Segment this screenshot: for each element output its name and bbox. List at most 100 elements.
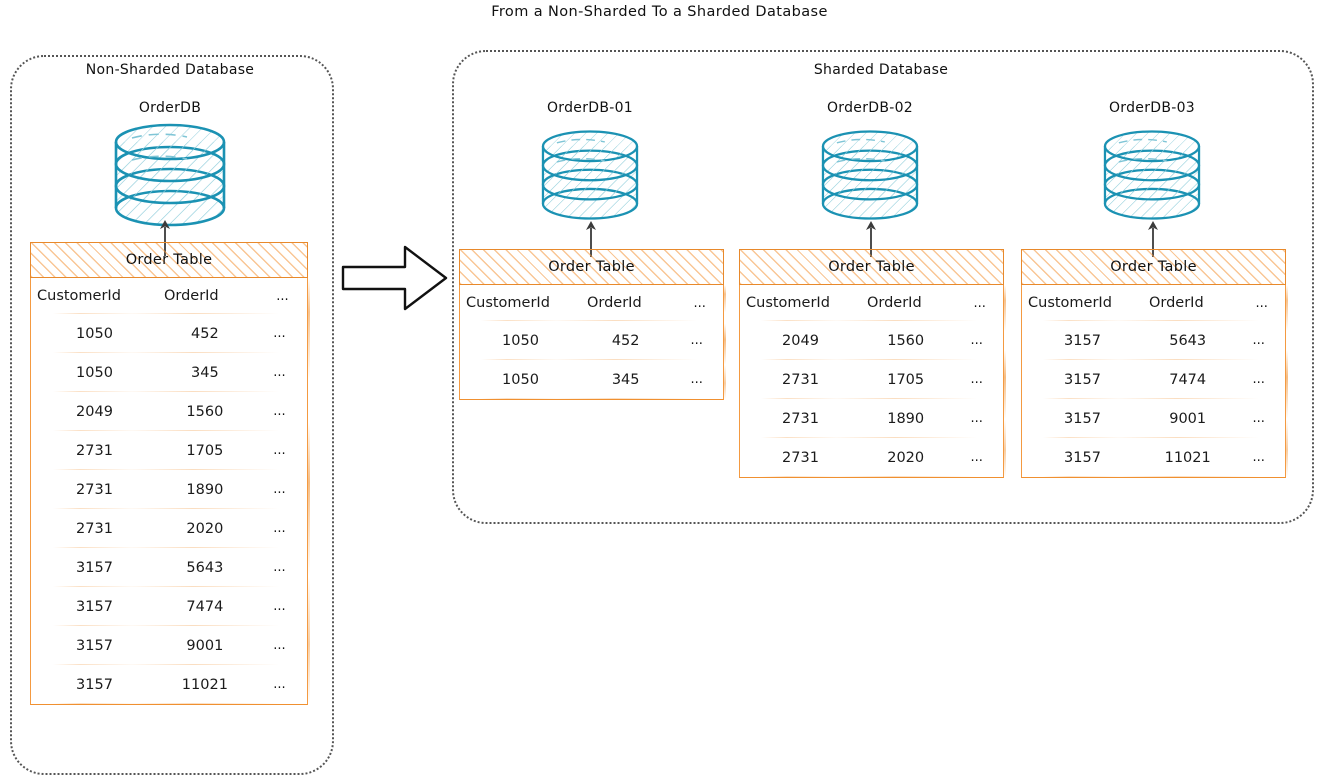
column-header-orderid: OrderId [1148,295,1204,311]
cell-customerid: 2731 [76,481,113,498]
sharded-panel-title: Sharded Database [813,62,949,78]
order-table-header-label: Order Table [125,252,213,268]
table-row: 3157 9001 ... [1022,399,1285,438]
table-row: 1050 345 ... [460,360,723,399]
cell-orderid: 2020 [887,449,925,466]
cell-more: ... [273,560,286,575]
column-header-orderid: OrderId [866,295,922,311]
order-table-header-label: Order Table [1110,259,1197,275]
cell-customerid: 3157 [76,676,113,693]
cell-customerid: 3157 [76,559,113,576]
order-table-header-label: Order Table [548,259,635,275]
cell-customerid: 3157 [76,598,113,615]
cell-orderid: 11021 [181,676,228,693]
cell-more: ... [273,599,286,614]
order-table-header: Order Table [459,249,724,285]
database-cylinder-icon [541,130,639,220]
table-row: 2731 1705 ... [740,360,1003,399]
cell-orderid: 1705 [887,371,925,388]
cell-more: ... [273,677,286,692]
diagram-canvas: From a Non-Sharded To a Sharded Database… [0,0,1319,775]
table-row: 2731 1890 ... [31,470,307,509]
order-table-header: Order Table [30,242,308,278]
cell-customerid: 1050 [502,371,539,388]
cell-orderid: 5643 [1169,332,1207,349]
cell-more: ... [1252,333,1265,348]
database-label: OrderDB [138,100,202,116]
table-header-row: CustomerId OrderId ... [31,278,307,314]
database-label: OrderDB-03 [1108,100,1196,116]
cell-orderid: 345 [191,364,219,381]
cell-customerid: 2731 [782,449,819,466]
cell-customerid: 2731 [782,371,819,388]
cell-more: ... [273,482,286,497]
cell-more: ... [690,333,703,348]
cell-more: ... [273,365,286,380]
database-orderdb-01: OrderDB-01 [500,100,680,230]
column-header-customerid: CustomerId [466,295,550,311]
non-sharded-panel-title: Non-Sharded Database [85,62,255,78]
cell-orderid: 7474 [1169,371,1207,388]
cell-customerid: 1050 [76,325,113,342]
database-cylinder-icon [821,130,919,220]
cell-more: ... [1252,372,1265,387]
order-table-header: Order Table [739,249,1004,285]
order-table-body: CustomerId OrderId ... 3157 5643 ... 315… [1021,285,1288,478]
column-header-customerid: CustomerId [1028,295,1112,311]
cell-orderid: 1560 [186,403,224,420]
cell-more: ... [273,521,286,536]
cell-orderid: 1705 [186,442,224,459]
cell-customerid: 3157 [1064,371,1101,388]
cell-orderid: 1890 [887,410,925,427]
order-table-shard-1: Order Table CustomerId OrderId ... 1050 … [459,249,726,400]
table-row: 2731 1705 ... [31,431,307,470]
table-row: 2731 2020 ... [31,509,307,548]
cell-customerid: 2049 [76,403,113,420]
cell-more: ... [273,404,286,419]
table-row: 2049 1560 ... [31,392,307,431]
cell-more: ... [1252,411,1265,426]
cell-customerid: 2049 [782,332,819,349]
cell-customerid: 3157 [1064,410,1101,427]
table-header-row: CustomerId OrderId ... [740,285,1003,321]
cell-customerid: 1050 [502,332,539,349]
column-header-customerid: CustomerId [746,295,830,311]
cell-orderid: 9001 [1169,410,1207,427]
cell-more: ... [970,411,983,426]
order-table-shard-3: Order Table CustomerId OrderId ... 3157 … [1021,249,1288,478]
cell-more: ... [970,333,983,348]
table-row: 3157 5643 ... [1022,321,1285,360]
table-header-row: CustomerId OrderId ... [460,285,723,321]
table-row: 2731 1890 ... [740,399,1003,438]
column-header-more: ... [1255,295,1268,311]
table-row: 3157 11021 ... [1022,438,1285,477]
cell-customerid: 3157 [76,637,113,654]
order-table-header-label: Order Table [828,259,915,275]
order-table-shard-2: Order Table CustomerId OrderId ... 2049 … [739,249,1006,478]
table-row: 1050 345 ... [31,353,307,392]
right-arrow-icon [341,245,448,311]
database-cylinder-icon [114,123,226,227]
column-header-more: ... [973,295,986,311]
table-row: 3157 5643 ... [31,548,307,587]
table-row: 3157 7474 ... [1022,360,1285,399]
cell-orderid: 1560 [887,332,925,349]
cell-more: ... [273,326,286,341]
order-table-body: CustomerId OrderId ... 2049 1560 ... 273… [739,285,1006,478]
cell-orderid: 452 [611,332,640,349]
cell-customerid: 2731 [76,520,113,537]
cell-orderid: 9001 [186,637,224,654]
page-title: From a Non-Sharded To a Sharded Database [491,4,828,20]
cell-orderid: 11021 [1164,449,1211,466]
cell-more: ... [690,372,703,387]
database-orderdb: OrderDB [70,100,270,230]
cell-customerid: 3157 [1064,332,1101,349]
cell-orderid: 452 [191,325,219,342]
cell-orderid: 345 [611,371,640,388]
column-header-orderid: OrderId [163,288,219,304]
table-row: 3157 11021 ... [31,665,307,704]
order-table-body: CustomerId OrderId ... 1050 452 ... 1050… [459,285,726,400]
cell-more: ... [970,372,983,387]
table-row: 1050 452 ... [460,321,723,360]
database-orderdb-03: OrderDB-03 [1062,100,1242,230]
